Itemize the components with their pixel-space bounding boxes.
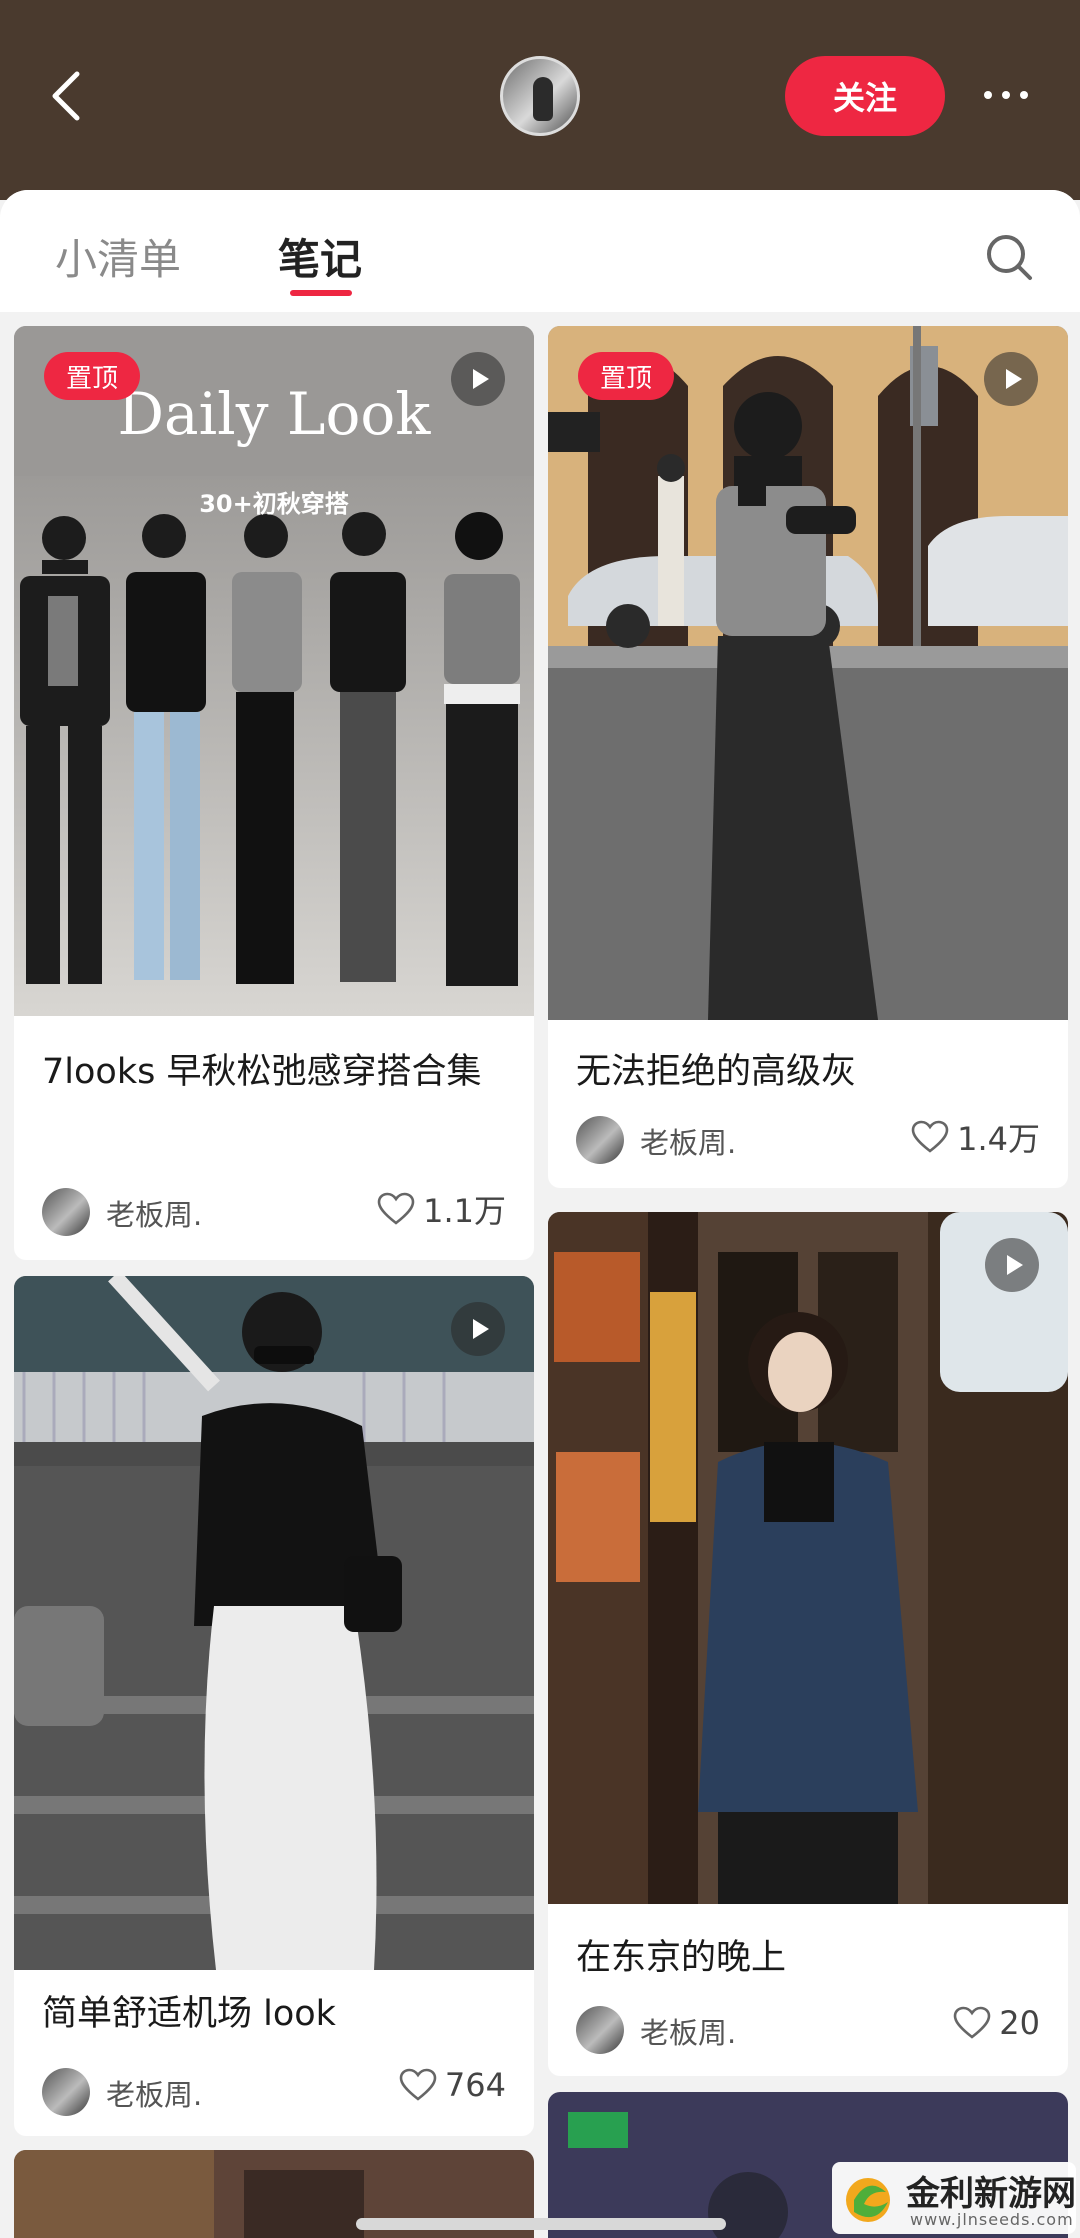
tab-bar: 小清单 笔记: [0, 190, 1080, 312]
watermark-text: 金利新游网: [906, 2174, 1076, 2214]
cover-subtitle-text: 30+初秋穿搭: [199, 490, 349, 518]
tab-notes[interactable]: 笔记: [278, 226, 362, 287]
author-name[interactable]: 老板周.: [106, 1192, 202, 1234]
watermark-url: www.jlnseeds.com: [910, 2210, 1074, 2229]
note-title[interactable]: 简单舒适机场 look: [42, 1984, 512, 2044]
note-cover-image[interactable]: 置顶: [548, 326, 1068, 1020]
home-indicator[interactable]: [356, 2218, 726, 2230]
note-cover-image[interactable]: Daily Look 30+初秋穿搭 置顶: [14, 326, 534, 1016]
heart-icon: [399, 2068, 437, 2101]
cover-title-text: Daily Look: [118, 380, 432, 448]
like-button[interactable]: 1.4万: [911, 1114, 1040, 1160]
pinned-badge: 置顶: [44, 352, 140, 400]
author-name[interactable]: 老板周.: [640, 2010, 736, 2052]
like-count: 20: [999, 2004, 1040, 2042]
note-title[interactable]: 7looks 早秋松弛感穿搭合集: [42, 1042, 512, 1102]
like-button[interactable]: 20: [953, 2004, 1040, 2042]
site-watermark: 金利新游网 www.jlnseeds.com: [832, 2162, 1076, 2234]
pinned-badge: 置顶: [578, 352, 674, 400]
back-button[interactable]: [40, 62, 92, 130]
heart-icon: [377, 1192, 415, 1225]
back-arrow-icon: [52, 71, 80, 121]
heart-icon: [953, 2006, 991, 2039]
note-card[interactable]: Daily Look 30+初秋穿搭 置顶 7looks 早秋松弛感穿搭合集 老…: [14, 326, 534, 1260]
note-title[interactable]: 在东京的晚上: [576, 1928, 1046, 1988]
user-avatar[interactable]: [500, 56, 580, 136]
like-button[interactable]: 1.1万: [377, 1186, 506, 1232]
author-avatar[interactable]: [42, 2068, 90, 2116]
play-video-icon: [985, 1238, 1039, 1292]
profile-header: 关注: [0, 0, 1080, 200]
note-cover-image[interactable]: [14, 1276, 534, 1970]
note-card[interactable]: 在东京的晚上 老板周. 20: [548, 1212, 1068, 2076]
author-name[interactable]: 老板周.: [106, 2072, 202, 2114]
author-name[interactable]: 老板周.: [640, 1120, 736, 1162]
active-tab-indicator: [290, 290, 352, 296]
author-avatar[interactable]: [42, 1188, 90, 1236]
heart-icon: [911, 1120, 949, 1153]
more-button[interactable]: [970, 70, 1042, 120]
tab-wishlist[interactable]: 小清单: [55, 226, 181, 287]
play-video-icon: [984, 352, 1038, 406]
like-count: 1.4万: [957, 1120, 1040, 1158]
more-dots-icon: [984, 91, 992, 99]
note-title[interactable]: 无法拒绝的高级灰: [576, 1042, 1046, 1102]
watermark-logo-icon: [846, 2178, 890, 2222]
play-video-icon: [451, 352, 505, 406]
search-icon: [987, 235, 1032, 280]
follow-button[interactable]: 关注: [785, 56, 945, 136]
search-button[interactable]: [980, 228, 1040, 288]
like-button[interactable]: 764: [399, 2066, 506, 2104]
play-video-icon: [451, 1302, 505, 1356]
author-avatar[interactable]: [576, 1116, 624, 1164]
like-count: 764: [444, 2066, 506, 2104]
author-avatar[interactable]: [576, 2006, 624, 2054]
note-card[interactable]: 简单舒适机场 look 老板周. 764: [14, 1276, 534, 2136]
like-count: 1.1万: [423, 1192, 506, 1230]
note-card[interactable]: 置顶 无法拒绝的高级灰 老板周. 1.4万: [548, 326, 1068, 1188]
note-cover-image[interactable]: [548, 1212, 1068, 1904]
